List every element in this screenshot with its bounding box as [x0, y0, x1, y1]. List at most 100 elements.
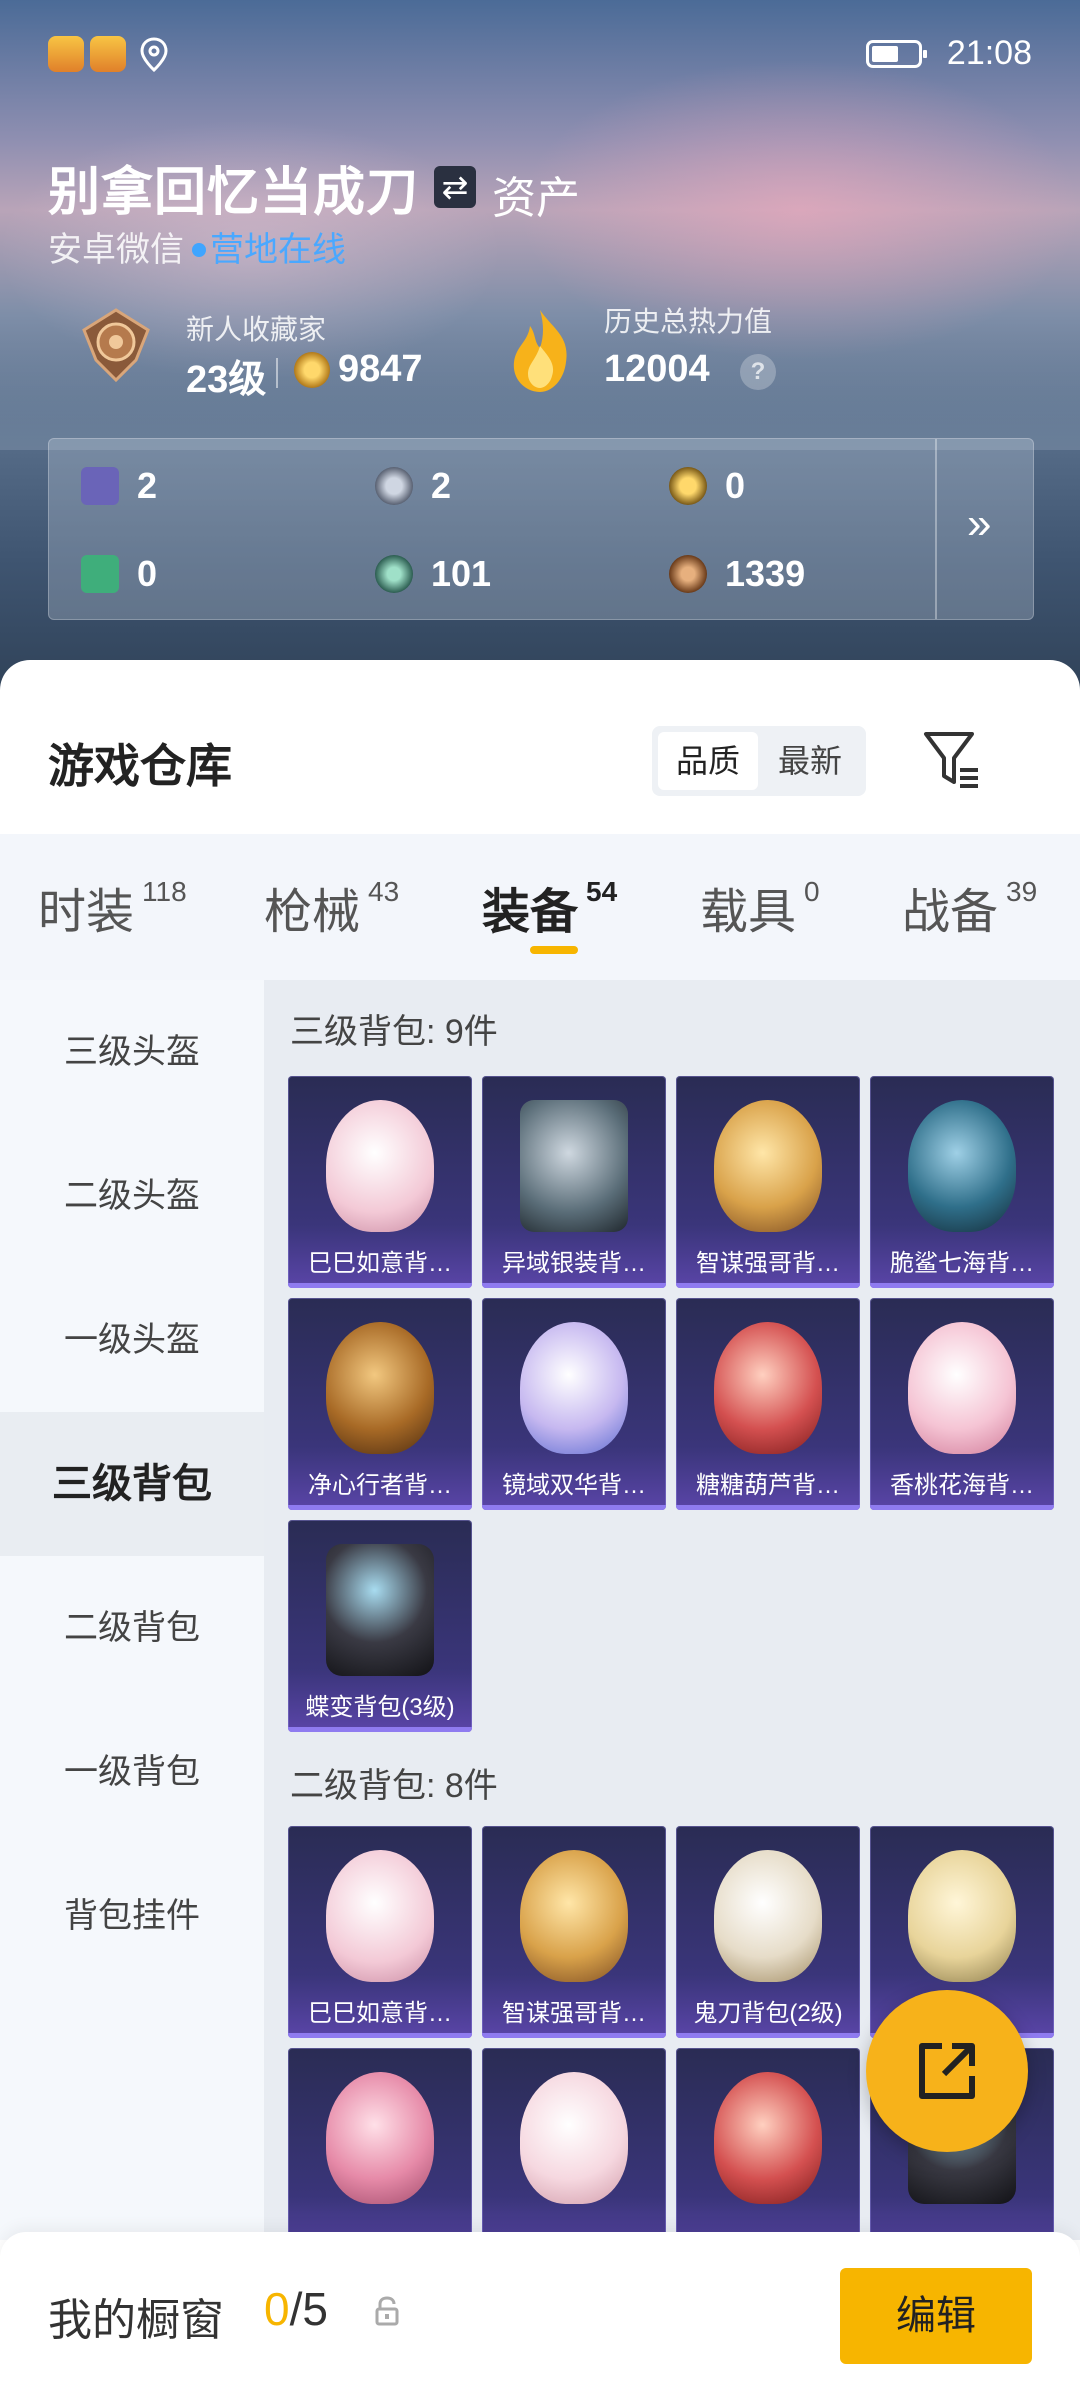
item-card[interactable]: 糖糖葫芦背…	[676, 1298, 860, 1510]
help-icon[interactable]: ?	[740, 354, 776, 390]
item-card[interactable]: 智谋强哥背…	[482, 1826, 666, 2038]
profile-name: 别拿回忆当成刀	[48, 164, 420, 222]
backpack-image	[714, 1322, 822, 1454]
rank-points: 9847	[338, 348, 423, 390]
item-name: 蝶变背包(3级)	[305, 1694, 455, 1721]
tab-label: 战备	[902, 886, 999, 939]
active-tab-indicator	[530, 946, 578, 954]
heat-title: 历史总热力值	[604, 306, 773, 337]
item-name: 巳巳如意背…	[308, 1250, 452, 1277]
collector-medal-icon	[82, 308, 150, 383]
sidebar-item-level1-backpack[interactable]: 一级背包	[0, 1700, 264, 1844]
item-name: 脆鲨七海背…	[890, 1250, 1034, 1277]
rank-title: 新人收藏家	[186, 314, 327, 345]
tab-label: 枪械	[264, 886, 361, 939]
rarity-bar	[676, 1505, 860, 1510]
item-card[interactable]: 净心行者背…	[288, 1298, 472, 1510]
clock: 21:08	[946, 34, 1032, 72]
tab-weapons[interactable]: 枪械 43	[264, 872, 399, 942]
item-card[interactable]: …	[482, 2048, 666, 2240]
edit-button[interactable]: 编辑	[840, 2268, 1032, 2364]
item-card[interactable]: …	[288, 2048, 472, 2240]
backpack-image	[520, 2072, 628, 2204]
green-card-icon	[81, 555, 119, 593]
item-card[interactable]: 巳巳如意背…	[288, 1076, 472, 1288]
sidebar-item-level1-helmet[interactable]: 一级头盔	[0, 1268, 264, 1412]
tab-combat-gear[interactable]: 战备 39	[902, 872, 1037, 942]
backpack-image	[520, 1850, 628, 1982]
tab-count: 54	[586, 876, 618, 907]
sidebar-item-level2-helmet[interactable]: 二级头盔	[0, 1124, 264, 1268]
battery-icon	[866, 40, 927, 68]
rarity-bar	[288, 1283, 472, 1288]
item-name: 镜域双华背…	[502, 1472, 646, 1499]
rarity-bar	[482, 1283, 666, 1288]
showcase-total: /5	[289, 2283, 328, 2335]
item-name: 鬼刀背包(2级)	[693, 2000, 843, 2027]
backpack-image	[908, 1322, 1016, 1454]
subcategory-sidebar: 三级头盔 二级头盔 一级头盔 三级背包 二级背包 一级背包 背包挂件	[0, 980, 264, 2240]
backpack-image	[908, 1850, 1016, 1982]
assets-label[interactable]: 资产	[492, 162, 580, 226]
share-button[interactable]	[866, 1990, 1028, 2152]
tab-count: 39	[1006, 876, 1038, 907]
backpack-image	[714, 1850, 822, 1982]
tab-equipment[interactable]: 装备 54	[482, 872, 617, 942]
sidebar-item-level2-backpack[interactable]: 二级背包	[0, 1556, 264, 1700]
lock-icon	[375, 2296, 399, 2326]
item-name: 糖糖葫芦背…	[696, 1472, 840, 1499]
item-card[interactable]: 鬼刀背包(2级)	[676, 1826, 860, 2038]
item-card[interactable]: 蝶变背包(3级)	[288, 1520, 472, 1732]
backpack-image	[714, 1100, 822, 1232]
rarity-bar	[482, 1505, 666, 1510]
flame-icon	[513, 310, 567, 392]
filter-icon[interactable]	[920, 726, 984, 792]
sidebar-item-backpack-charm[interactable]: 背包挂件	[0, 1844, 264, 1988]
backpack-image	[326, 1850, 434, 1982]
currency-stats-panel[interactable]: 2 2 0 0 101 1339 »	[48, 438, 1034, 620]
stat-value: 2	[431, 465, 452, 506]
rarity-bar	[288, 1505, 472, 1510]
swap-icon[interactable]: ⇄	[434, 166, 476, 208]
tab-vehicles[interactable]: 载具 0	[700, 872, 820, 942]
heat-value: 12004	[604, 348, 710, 390]
item-card[interactable]: 脆鲨七海背…	[870, 1076, 1054, 1288]
item-card[interactable]: 智谋强哥背…	[676, 1076, 860, 1288]
backpack-image	[714, 2072, 822, 2204]
item-card[interactable]: 镜域双华背…	[482, 1298, 666, 1510]
backpack-image	[520, 1322, 628, 1454]
item-card[interactable]: 巳巳如意背…	[288, 1826, 472, 2038]
gold-badge-icon	[669, 467, 707, 505]
tab-count: 0	[804, 876, 820, 907]
rarity-bar	[288, 1727, 472, 1732]
rarity-bar	[870, 1505, 1054, 1510]
tab-label: 载具	[700, 886, 797, 939]
item-name: 智谋强哥背…	[502, 2000, 646, 2027]
rarity-bar	[676, 1283, 860, 1288]
backpack-image	[520, 1100, 628, 1232]
backpack-image	[326, 1544, 434, 1676]
stat-value: 101	[431, 553, 492, 594]
sort-option-quality[interactable]: 品质	[658, 732, 758, 790]
sidebar-item-level3-helmet[interactable]: 三级头盔	[0, 980, 264, 1124]
rarity-bar	[676, 2033, 860, 2038]
rarity-bar	[482, 2033, 666, 2038]
divider	[935, 439, 937, 619]
chevron-double-right-icon[interactable]: »	[967, 499, 991, 549]
platform-line: 安卓微信 营地在线	[48, 222, 346, 271]
item-card[interactable]: 香桃花海背…	[870, 1298, 1054, 1510]
backpack-image	[326, 2072, 434, 2204]
tab-fashion[interactable]: 时装 118	[38, 872, 187, 942]
game-app-icon	[90, 36, 126, 72]
stat-value: 2	[137, 465, 158, 506]
sort-option-newest[interactable]: 最新	[760, 732, 860, 790]
item-card[interactable]: 异域银装背…	[482, 1076, 666, 1288]
rarity-bar	[288, 2033, 472, 2038]
item-card[interactable]: …	[676, 2048, 860, 2240]
online-dot-icon	[192, 243, 206, 258]
backpack-image	[326, 1322, 434, 1454]
sidebar-item-level3-backpack[interactable]: 三级背包	[0, 1412, 264, 1556]
backpack-image	[908, 1100, 1016, 1232]
item-name: 净心行者背…	[308, 1472, 452, 1499]
tab-count: 118	[142, 876, 187, 907]
